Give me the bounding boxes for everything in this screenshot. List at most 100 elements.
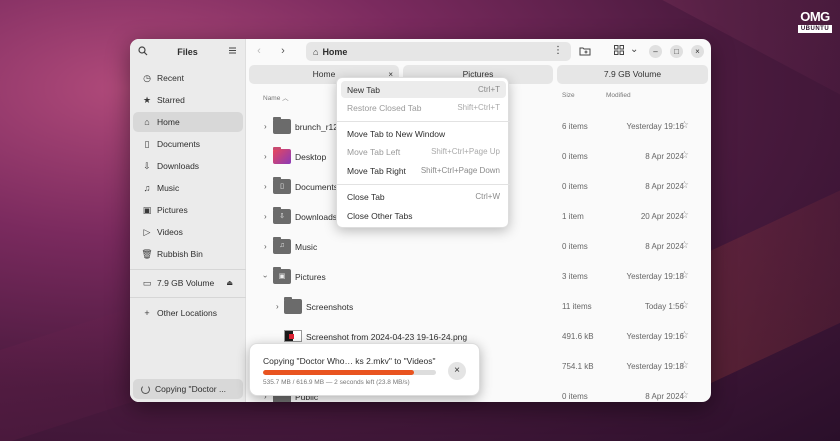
file-name: Screenshots — [306, 302, 354, 312]
star-icon[interactable]: ☆ — [680, 390, 689, 401]
sidebar: Files ◷ Recent ★ Starred ⌂ Home ▯ Docume… — [130, 39, 246, 402]
view-options-chevron-icon[interactable]: ⌄ — [630, 44, 638, 55]
star-icon[interactable]: ☆ — [680, 240, 689, 251]
column-label: Name — [263, 95, 281, 102]
omg-ubuntu-logo: OMG UBUNTU — [798, 10, 832, 33]
file-row[interactable]: › ♫ Music 0 items 8 Apr 2024 ☆ — [246, 232, 711, 262]
download-icon: ⇩ — [143, 160, 151, 171]
expand-chevron-icon[interactable]: › — [264, 242, 267, 251]
sidebar-item-downloads[interactable]: ⇩ Downloads — [133, 156, 243, 176]
tab-volume[interactable]: 7.9 GB Volume — [557, 65, 708, 84]
star-icon[interactable]: ☆ — [680, 120, 689, 131]
logo-line-1: OMG — [800, 9, 830, 24]
eject-icon[interactable]: ⏏ — [226, 279, 233, 287]
sidebar-item-recent[interactable]: ◷ Recent — [133, 68, 243, 88]
star-icon[interactable]: ☆ — [680, 300, 689, 311]
sidebar-item-videos[interactable]: ▷ Videos — [133, 222, 243, 242]
hamburger-menu-icon[interactable] — [228, 46, 237, 55]
trash-icon: 🗑 — [141, 248, 153, 259]
expand-chevron-icon[interactable]: › — [264, 122, 267, 131]
expand-chevron-icon[interactable]: › — [264, 182, 267, 191]
sidebar-item-label: Rubbish Bin — [157, 249, 203, 259]
downloads-folder-icon: ⇩ — [273, 207, 291, 224]
file-modified: Today 1:56 — [644, 302, 684, 311]
star-icon[interactable]: ☆ — [680, 150, 689, 161]
sidebar-divider — [130, 297, 246, 298]
sidebar-item-documents[interactable]: ▯ Documents — [133, 134, 243, 154]
maximize-button[interactable]: □ — [670, 45, 683, 58]
menu-item-close-tab[interactable]: Close Tab Ctrl+W — [341, 188, 506, 205]
sidebar-item-pictures[interactable]: ▣ Pictures — [133, 200, 243, 220]
file-row[interactable]: › ▣ Pictures 3 items Yesterday 19:18 ☆ — [246, 262, 711, 292]
expand-chevron-icon[interactable]: › — [276, 302, 279, 311]
menu-item-shortcut: Shift+Ctrl+T — [457, 103, 500, 112]
status-label: Copying "Doctor ... — [155, 384, 227, 394]
path-bar[interactable]: ⌂ Home ⋮ — [306, 42, 571, 61]
sidebar-item-label: Other Locations — [157, 308, 218, 318]
file-modified: 8 Apr 2024 — [645, 182, 684, 191]
file-size: 6 items — [562, 122, 588, 131]
desktop-folder-icon — [273, 147, 291, 164]
menu-item-move-tab-new-window[interactable]: Move Tab to New Window — [341, 125, 506, 142]
copy-title: Copying "Doctor Who… ks 2.mkv" to "Video… — [263, 356, 436, 366]
music-icon: ♫ — [143, 183, 151, 193]
menu-item-shortcut: Shift+Ctrl+Page Up — [431, 147, 500, 156]
expand-chevron-icon[interactable]: › — [264, 212, 267, 221]
menu-separator — [337, 121, 510, 122]
sidebar-item-rubbish-bin[interactable]: 🗑 Rubbish Bin — [133, 244, 243, 264]
sort-ascending-icon: ︿ — [282, 95, 289, 102]
sidebar-item-label: Downloads — [157, 161, 200, 171]
sidebar-item-volume[interactable]: ▭ 7.9 GB Volume ⏏ — [133, 273, 243, 293]
menu-item-label: Move Tab Left — [347, 146, 401, 157]
star-icon[interactable]: ☆ — [680, 210, 689, 221]
menu-item-label: Close Other Tabs — [347, 210, 413, 221]
menu-item-move-tab-left[interactable]: Move Tab Left Shift+Ctrl+Page Up — [341, 143, 506, 160]
expand-chevron-icon[interactable]: › — [264, 152, 267, 161]
sidebar-item-label: Documents — [157, 139, 200, 149]
forward-button[interactable]: › — [274, 44, 292, 60]
picture-icon: ▣ — [142, 204, 152, 215]
menu-item-close-other-tabs[interactable]: Close Other Tabs — [341, 207, 506, 224]
file-name: Documents — [295, 182, 338, 192]
menu-item-new-tab[interactable]: New Tab Ctrl+T — [341, 81, 506, 98]
sidebar-item-music[interactable]: ♫ Music — [133, 178, 243, 198]
file-name: brunch_r12 — [295, 122, 339, 132]
file-size: 1 item — [562, 212, 584, 221]
star-icon[interactable]: ☆ — [680, 180, 689, 191]
file-size: 0 items — [562, 182, 588, 191]
file-name: Pictures — [295, 272, 326, 282]
file-size: 754.1 kB — [562, 362, 594, 371]
operations-status-button[interactable]: Copying "Doctor ... — [133, 379, 243, 399]
menu-item-label: Move Tab Right — [347, 165, 406, 176]
more-options-icon[interactable]: ⋮ — [553, 45, 563, 56]
sidebar-item-starred[interactable]: ★ Starred — [133, 90, 243, 110]
back-button[interactable]: ‹ — [250, 44, 268, 60]
star-icon[interactable]: ☆ — [680, 270, 689, 281]
file-name: Screenshot from 2024-04-23 19-16-24.png — [306, 332, 468, 342]
minimize-button[interactable]: – — [649, 45, 662, 58]
menu-separator — [337, 184, 510, 185]
file-modified: 8 Apr 2024 — [645, 152, 684, 161]
column-header-size[interactable]: Size — [562, 92, 575, 99]
collapse-chevron-icon[interactable]: › — [261, 275, 270, 278]
file-size: 0 items — [562, 392, 588, 401]
column-header-name[interactable]: Name ︿ — [263, 92, 289, 102]
close-button[interactable]: × — [691, 45, 704, 58]
sidebar-item-other-locations[interactable]: + Other Locations — [133, 303, 243, 323]
image-thumbnail — [284, 330, 302, 342]
folder-icon — [273, 117, 291, 134]
sidebar-item-home[interactable]: ⌂ Home — [133, 112, 243, 132]
file-modified: 20 Apr 2024 — [640, 212, 684, 221]
menu-item-move-tab-right[interactable]: Move Tab Right Shift+Ctrl+Page Down — [341, 162, 506, 179]
new-folder-icon[interactable] — [579, 45, 591, 57]
column-header-modified[interactable]: Modified — [606, 92, 631, 99]
star-icon[interactable]: ☆ — [680, 330, 689, 341]
file-row[interactable]: › Screenshots 11 items Today 1:56 ☆ — [246, 292, 711, 322]
menu-item-restore-closed-tab[interactable]: Restore Closed Tab Shift+Ctrl+T — [341, 99, 506, 116]
menu-item-label: Close Tab — [347, 191, 385, 202]
cancel-copy-button[interactable]: × — [448, 362, 466, 380]
logo-line-2: UBUNTU — [798, 25, 832, 33]
star-icon[interactable]: ☆ — [680, 360, 689, 371]
copy-progress-bar — [263, 370, 436, 375]
grid-view-icon[interactable] — [614, 45, 624, 55]
